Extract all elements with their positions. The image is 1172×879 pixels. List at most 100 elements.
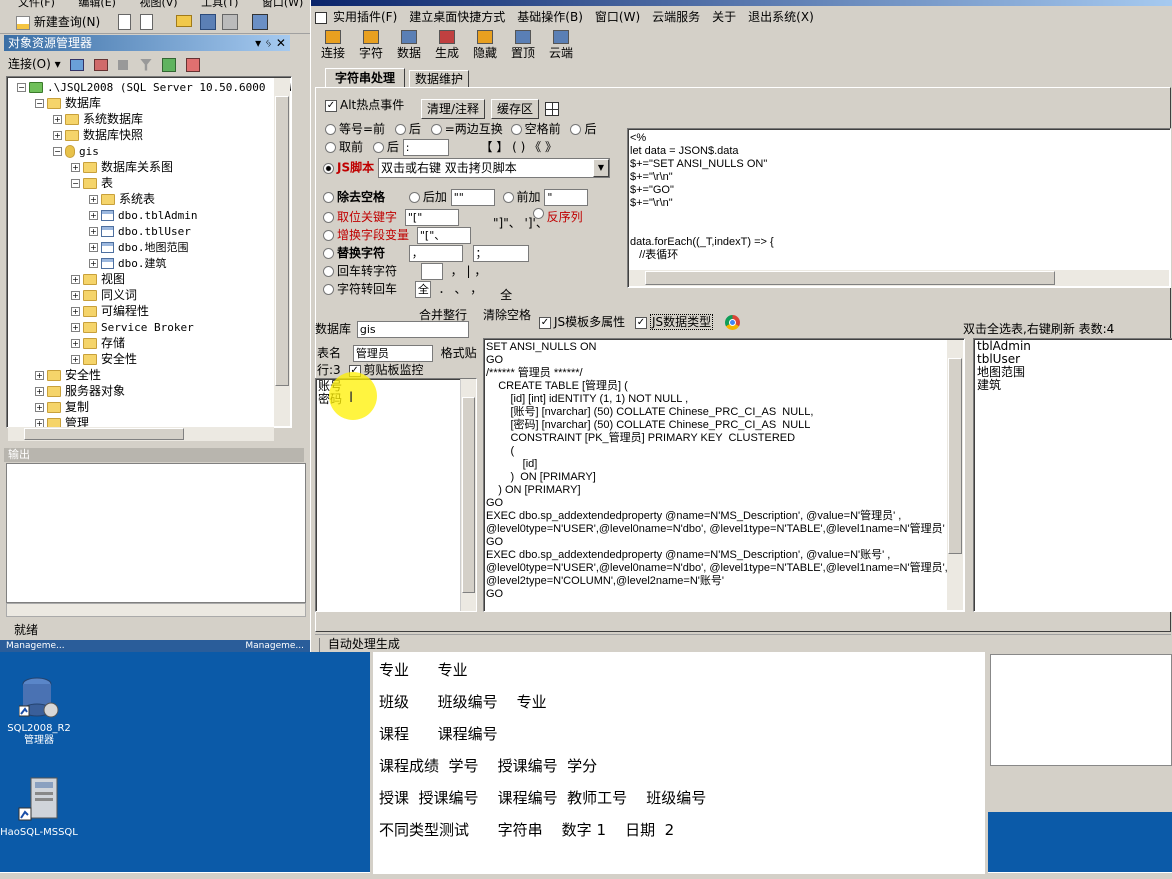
radio-back2[interactable] — [570, 124, 582, 135]
cr-input[interactable] — [420, 263, 443, 280]
tree-node[interactable]: + 可编程性 — [11, 303, 291, 319]
keyword-input[interactable]: "[" — [404, 209, 459, 226]
menu-view[interactable]: 视图(V) — [139, 0, 177, 8]
tool-menu-item[interactable]: 建立桌面快捷方式 — [409, 10, 505, 24]
expand-icon[interactable]: + — [71, 323, 80, 332]
tree-node[interactable]: + dbo.建筑 — [11, 255, 291, 271]
menu-tools[interactable]: 工具(T) — [201, 0, 238, 8]
radio-take-front[interactable] — [325, 142, 336, 153]
radio-append-after[interactable] — [408, 192, 420, 203]
js-script-editor[interactable]: <% let data = JSON$.data $+="SET ANSI_NULL… — [627, 128, 1171, 288]
tree-node[interactable]: + Service Broker — [11, 319, 291, 335]
summary-icon[interactable] — [185, 57, 200, 72]
disconnect-icon[interactable] — [94, 58, 109, 71]
radio-equal-front[interactable] — [325, 124, 336, 135]
clear-space-button[interactable]: 清除空格 — [483, 306, 531, 323]
sql-output-editor[interactable]: SET ANSI_NULLS ON GO/****** 管理员 ******/ C… — [483, 338, 965, 612]
sql-vscroll-thumb[interactable] — [948, 358, 962, 554]
tab-string-processing[interactable]: 字符串处理 — [325, 68, 405, 87]
cache-button[interactable]: 缓存区 — [491, 99, 539, 119]
tool-menu-item[interactable]: 云端服务 — [652, 10, 700, 24]
js-data-type-checkbox[interactable]: ✓ — [635, 316, 647, 329]
expand-icon[interactable]: + — [71, 163, 80, 172]
expand-icon[interactable]: + — [89, 195, 98, 204]
append-after-input[interactable]: "" — [450, 189, 495, 206]
clean-comment-button[interactable]: 清理/注释 — [421, 99, 485, 119]
tree-node[interactable]: + 视图 — [11, 271, 291, 287]
tree-node[interactable]: + 同义词 — [11, 287, 291, 303]
tree-hscroll-thumb[interactable] — [24, 428, 184, 440]
alt-hotkey-checkbox[interactable]: ✓ — [325, 99, 337, 112]
explorer-pin-controls[interactable]: ▾ ᛃ ✕ — [255, 35, 286, 51]
radio-remove-space[interactable] — [323, 192, 334, 203]
tree-node[interactable]: + 存储 — [11, 335, 291, 351]
expand-icon[interactable]: + — [89, 259, 98, 268]
radio-js-script[interactable] — [323, 162, 334, 174]
js-multi-attr-checkbox[interactable]: ✓ — [539, 316, 551, 329]
sql-vscroll[interactable] — [947, 340, 963, 610]
fields-vscroll[interactable] — [460, 379, 476, 611]
tree-node[interactable]: − 数据库 — [11, 95, 291, 111]
radio-swap[interactable] — [430, 124, 442, 135]
tree-node[interactable]: − .\JSQL2008 (SQL Server 10.50.6000 - W — [11, 79, 291, 95]
filter-icon[interactable] — [139, 58, 152, 71]
tool-menu-item[interactable]: 基础操作(B) — [517, 10, 583, 24]
toolbar-generate-button[interactable]: 生成 — [429, 30, 465, 61]
new-query-button[interactable]: 新建查询(N) — [16, 13, 100, 30]
toolbar-top-button[interactable]: 置顶 — [505, 30, 541, 61]
tree-node[interactable]: + 服务器对象 — [11, 383, 291, 399]
monitor-icon[interactable] — [252, 14, 268, 30]
collapse-icon[interactable]: − — [71, 179, 80, 188]
stop-icon[interactable] — [118, 59, 129, 70]
expand-icon[interactable]: + — [35, 387, 44, 396]
collapse-icon[interactable]: − — [17, 83, 26, 92]
tree-node[interactable]: − 表 — [11, 175, 291, 191]
tree-node[interactable]: + 数据库关系图 — [11, 159, 291, 175]
copy-icon[interactable] — [140, 14, 153, 30]
print-icon[interactable] — [222, 14, 238, 30]
taskstrip-right[interactable]: Manageme... — [245, 640, 304, 652]
tab-data-maintenance[interactable]: 数据维护 — [409, 70, 469, 87]
tool-menu-item[interactable]: 退出系统(X) — [748, 10, 814, 24]
desktop-icon-sql-manager[interactable]: SQL2008_R2 管理器 — [0, 676, 84, 747]
replace-input-2[interactable]: ； — [472, 245, 529, 262]
expand-icon[interactable]: + — [89, 243, 98, 252]
tree-hscroll[interactable] — [8, 427, 274, 441]
desktop-icon-haosql[interactable]: HaoSQL-MSSQL — [0, 776, 84, 838]
refresh-icon[interactable] — [161, 57, 176, 72]
take-back-input[interactable]: : — [402, 139, 449, 156]
auto-process-label[interactable]: 自动处理生成 — [328, 637, 400, 651]
radio-char-to-cr[interactable] — [323, 284, 334, 295]
radio-back[interactable] — [394, 124, 406, 135]
tree-node[interactable]: + dbo.tblAdmin — [11, 207, 291, 223]
tool-menu-item[interactable]: 关于 — [712, 10, 736, 24]
tool-menu-item[interactable]: 窗口(W) — [595, 10, 640, 24]
tree-node[interactable]: − gis — [11, 143, 291, 159]
expand-icon[interactable]: + — [89, 227, 98, 236]
open-folder-icon[interactable] — [176, 15, 192, 27]
menu-file[interactable]: 文件(F) — [18, 0, 55, 8]
js-editor-hscroll[interactable] — [629, 270, 1169, 286]
db-input[interactable]: gis — [356, 321, 469, 338]
tree-vscroll-thumb[interactable] — [275, 96, 289, 386]
brackets-options[interactable]: 【 】 ( ) 《 》 — [481, 140, 557, 154]
expand-icon[interactable]: + — [89, 211, 98, 220]
table-list[interactable]: tblAdmin tblUser 地图范围 建筑 — [973, 338, 1172, 612]
tree-vscroll[interactable] — [274, 78, 290, 426]
expand-icon[interactable]: + — [35, 403, 44, 412]
tree-node[interactable]: + 系统数据库 — [11, 111, 291, 127]
expand-icon[interactable]: + — [71, 339, 80, 348]
toolbar-hide-button[interactable]: 隐藏 — [467, 30, 503, 61]
tree-node[interactable]: + 复制 — [11, 399, 291, 415]
app-menu-icon[interactable] — [315, 11, 327, 24]
js-editor-hscroll-thumb[interactable] — [645, 271, 1055, 285]
radio-replace-var[interactable] — [323, 230, 334, 241]
radio-take-keyword[interactable] — [323, 212, 334, 223]
expand-icon[interactable]: + — [53, 115, 62, 124]
collapse-icon[interactable]: − — [35, 99, 44, 108]
new-file-icon[interactable] — [118, 14, 131, 30]
radio-take-back[interactable] — [372, 142, 384, 153]
connect-dropdown[interactable]: 连接(O) ▾ — [8, 57, 61, 71]
js-script-select[interactable]: 双击或右键 双击拷贝脚本 ▼ — [377, 158, 610, 178]
format-paste-button[interactable]: 格式贴 — [441, 346, 477, 360]
